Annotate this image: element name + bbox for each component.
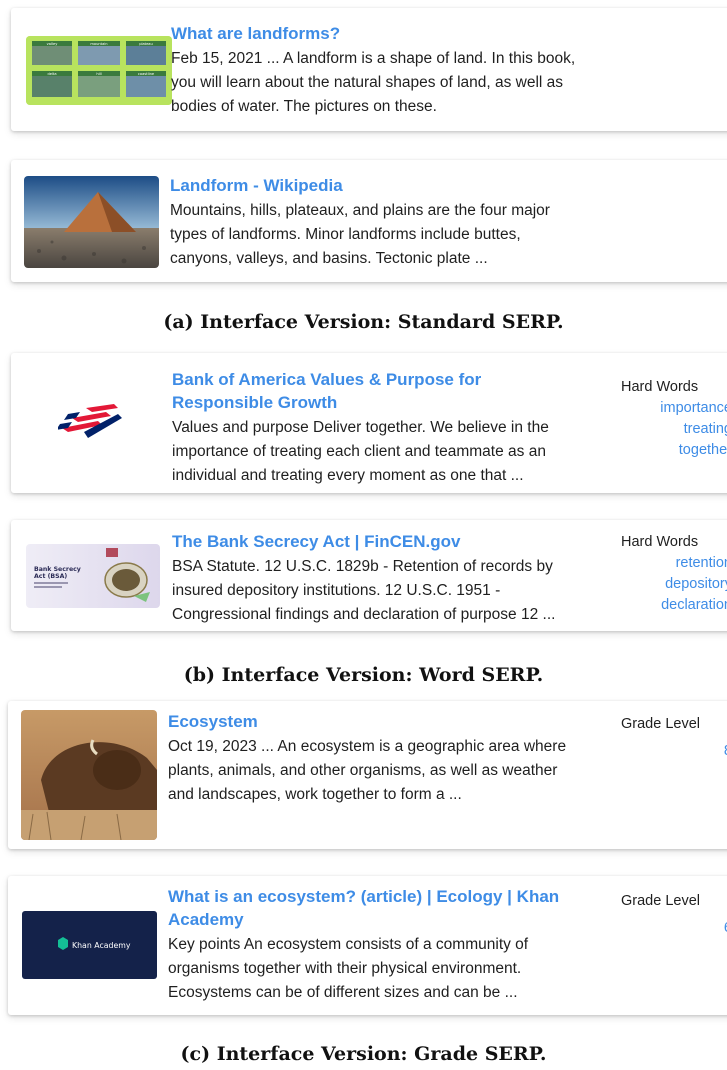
thumb-label: hill [96,72,101,76]
svg-text:Act (BSA): Act (BSA) [34,573,67,580]
hard-words-list: importance treating together [621,398,727,461]
result-content: Bank of America Values & Purpose for Res… [172,368,577,488]
grade-level-label: Grade Level [621,716,700,732]
hard-word[interactable]: together [621,440,727,461]
khan-logo-text: Khan Academy [72,941,131,950]
hard-words-panel: Hard Words retention depository declarat… [621,532,727,616]
khan-academy-thumbnail: Khan Academy [22,911,157,979]
result-snippet: Key points An ecosystem consists of a co… [168,936,529,1001]
figure-caption: (c) Interface Version: Grade SERP. [180,1043,547,1065]
thumb-label: delta [47,72,56,76]
result-card: Khan Academy What is an ecosystem? (arti… [8,876,727,1015]
grade-level-panel: Grade Level 8 [621,714,727,762]
landforms-thumbnail: valley mountain plateau delta hill coast… [26,36,172,105]
figure-caption: (a) Interface Version: Standard SERP. [163,311,564,333]
result-snippet: Oct 19, 2023 ... An ecosystem is a geogr… [168,738,567,803]
bison-thumbnail [21,710,157,840]
result-content: What are landforms? Feb 15, 2021 ... A l… [171,22,576,119]
thumb-label: valley [47,42,59,46]
result-content: What is an ecosystem? (article) | Ecolog… [168,885,573,1005]
bsa-thumbnail: Bank Secrecy Act (BSA) [26,544,160,608]
result-title-link[interactable]: What is an ecosystem? (article) | Ecolog… [168,885,573,931]
hard-words-list: retention depository declaration [621,553,727,616]
landform-thumbnail [24,176,159,268]
grade-level-value: 8 [621,741,727,762]
grade-level-panel: Grade Level 6 [621,891,727,939]
result-content: The Bank Secrecy Act | FinCEN.gov BSA St… [172,530,577,627]
result-title-link[interactable]: Ecosystem [168,710,573,733]
hard-words-label: Hard Words [621,534,699,550]
result-title-link[interactable]: Bank of America Values & Purpose for Res… [172,368,577,414]
result-snippet: BSA Statute. 12 U.S.C. 1829b - Retention… [172,558,556,623]
bank-of-america-flag-icon [58,404,122,438]
mountain-landscape-icon [24,176,159,268]
thumb-label: plateau [139,42,153,46]
result-title-link[interactable]: The Bank Secrecy Act | FinCEN.gov [172,530,577,553]
result-card: Bank of America Values & Purpose for Res… [11,353,727,493]
grade-level-value: 6 [621,918,727,939]
result-card: Bank Secrecy Act (BSA) The Bank Secrecy … [11,520,727,631]
grade-level-label: Grade Level [621,893,700,909]
landforms-collage-icon: valley mountain plateau delta hill coast… [26,36,172,105]
thumb-label: coastline [138,72,155,76]
bsa-seal-icon: Bank Secrecy Act (BSA) [34,548,150,602]
khan-academy-logo-icon: Khan Academy [58,937,131,950]
boa-logo-thumbnail [58,402,128,442]
hard-word[interactable]: retention [621,553,727,574]
hard-word[interactable]: treating [621,419,727,440]
result-content: Ecosystem Oct 19, 2023 ... An ecosystem … [168,710,573,807]
hard-words-label: Hard Words [621,379,699,395]
hard-word[interactable]: importance [621,398,727,419]
result-card: Ecosystem Oct 19, 2023 ... An ecosystem … [8,701,727,849]
result-snippet: Values and purpose Deliver together. We … [172,419,549,484]
result-content: Landform - Wikipedia Mountains, hills, p… [170,174,575,271]
figure-caption: (b) Interface Version: Word SERP. [183,664,544,686]
result-card: Landform - Wikipedia Mountains, hills, p… [11,160,727,282]
result-title-link[interactable]: Landform - Wikipedia [170,174,575,197]
hard-word[interactable]: declaration [621,595,727,616]
svg-text:Bank Secrecy: Bank Secrecy [34,566,81,573]
hard-word[interactable]: depository [621,574,727,595]
result-title-link[interactable]: What are landforms? [171,22,576,45]
result-snippet: Mountains, hills, plateaux, and plains a… [170,202,550,267]
result-snippet: Feb 15, 2021 ... A landform is a shape o… [171,50,576,115]
thumb-label: mountain [90,42,107,46]
hard-words-panel: Hard Words importance treating together [621,377,727,461]
result-card: valley mountain plateau delta hill coast… [11,8,727,131]
bison-photo-icon [21,710,157,840]
